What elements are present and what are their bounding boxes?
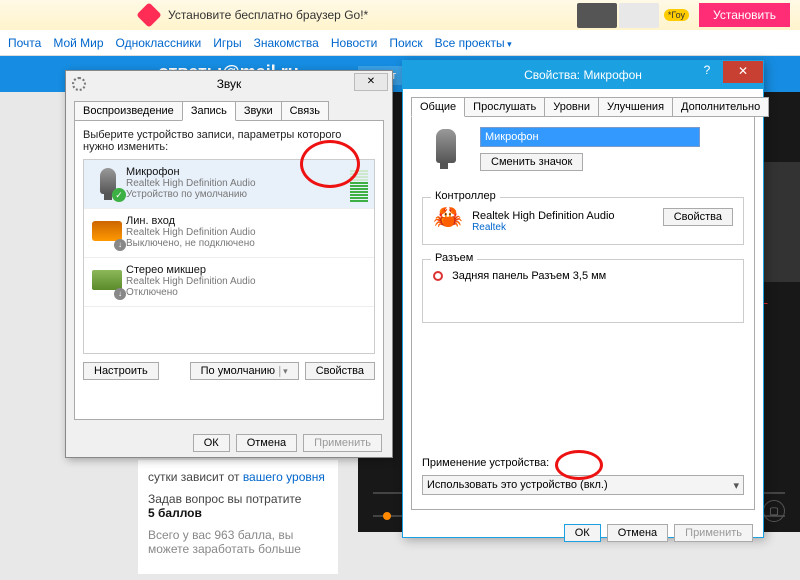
jack-group: Разъем Задняя панель Разъем 3,5 мм [422,259,744,323]
jack-icon [433,271,443,281]
line-in-icon: ↓ [90,215,126,251]
install-button[interactable]: Установить [699,3,790,27]
nav-news[interactable]: Новости [331,36,377,50]
tab-playback[interactable]: Воспроизведение [74,101,183,121]
nav-search[interactable]: Поиск [389,36,422,50]
nav-world[interactable]: Мой Мир [53,36,103,50]
close-button[interactable]: ✕ [354,73,388,91]
sound-tab-body: Выберите устройство записи, параметры ко… [74,120,384,420]
sound-dialog-title: Звук [217,77,242,91]
ok-button[interactable]: ОК [564,524,601,542]
instruction-text: Выберите устройство записи, параметры ко… [83,129,375,153]
tab-enhancements[interactable]: Улучшения [598,97,673,117]
sound-dialog-titlebar[interactable]: Звук ✕ [66,71,392,97]
sidebar-info: сутки зависит от вашего уровня Задав воп… [138,460,338,574]
sound-tabs: Воспроизведение Запись Звуки Связь [74,101,384,121]
level-meter [350,166,368,202]
prop-tabs: Общие Прослушать Уровни Улучшения Дополн… [411,97,755,117]
prop-body: Сменить значок Контроллер 🦀 Realtek High… [411,116,755,510]
nav-mail[interactable]: Почта [8,36,41,50]
soundcard-icon: ↓ [90,264,126,300]
nav-dating[interactable]: Знакомства [254,36,319,50]
gear-icon [72,77,86,91]
ok-button[interactable]: ОК [193,434,230,452]
nav-all-projects[interactable]: Все проекты [435,36,512,50]
cancel-button[interactable]: Отмена [607,524,668,542]
nav-ok[interactable]: Одноклассники [116,36,202,50]
realtek-icon: 🦀 [433,208,463,234]
apply-button[interactable]: Применить [303,434,382,452]
tab-recording[interactable]: Запись [182,101,236,121]
level-link[interactable]: вашего уровня [243,470,325,484]
disabled-icon: ↓ [114,239,126,251]
banner-text: Установите бесплатно браузер Go!* [168,8,368,22]
help-button[interactable]: ? [695,63,719,77]
device-line-in[interactable]: ↓ Лин. вход Realtek High Definition Audi… [84,209,374,258]
banner-tag: *Гоу [664,9,689,21]
disabled-icon: ↓ [114,288,126,300]
microphone-icon: ✓ [90,166,126,202]
change-icon-button[interactable]: Сменить значок [480,153,583,171]
device-stereo-mix[interactable]: ↓ Стерео микшер Realtek High Definition … [84,258,374,307]
controller-group: Контроллер 🦀 Realtek High Definition Aud… [422,197,744,245]
set-default-button[interactable]: По умолчанию [190,362,299,380]
nav-games[interactable]: Игры [213,36,241,50]
go-logo-icon [136,2,161,27]
prop-titlebar[interactable]: Свойства: Микрофон ? ✕ [403,61,763,89]
close-button[interactable]: ✕ [723,61,763,83]
banner-preview [577,3,659,28]
tab-communications[interactable]: Связь [281,101,329,121]
promo-banner: Установите бесплатно браузер Go!* *Гоу У… [0,0,800,30]
sound-dialog: Звук ✕ Воспроизведение Запись Звуки Связ… [65,70,393,458]
device-list[interactable]: ✓ Микрофон Realtek High Definition Audio… [83,159,375,354]
device-large-icon [422,127,470,183]
apply-button[interactable]: Применить [674,524,753,542]
tab-advanced[interactable]: Дополнительно [672,97,769,117]
usage-label: Применение устройства: [422,457,549,469]
player-btn-3[interactable]: ▢ [763,500,785,522]
tab-levels[interactable]: Уровни [544,97,599,117]
tab-sounds[interactable]: Звуки [235,101,282,121]
device-name-input[interactable] [480,127,700,147]
properties-button[interactable]: Свойства [305,362,375,380]
tab-general[interactable]: Общие [411,97,465,117]
usage-select[interactable]: Использовать это устройство (вкл.) [422,475,744,495]
configure-button[interactable]: Настроить [83,362,159,380]
device-microphone[interactable]: ✓ Микрофон Realtek High Definition Audio… [84,160,374,209]
vendor-link[interactable]: Realtek [472,222,614,233]
controller-properties-button[interactable]: Свойства [663,208,733,226]
prop-title-text: Свойства: Микрофон [524,68,642,82]
top-nav: Почта Мой Мир Одноклассники Игры Знакомс… [0,30,800,56]
tab-listen[interactable]: Прослушать [464,97,545,117]
mic-properties-dialog: Свойства: Микрофон ? ✕ Общие Прослушать … [402,60,764,538]
check-icon: ✓ [112,188,126,202]
cancel-button[interactable]: Отмена [236,434,297,452]
